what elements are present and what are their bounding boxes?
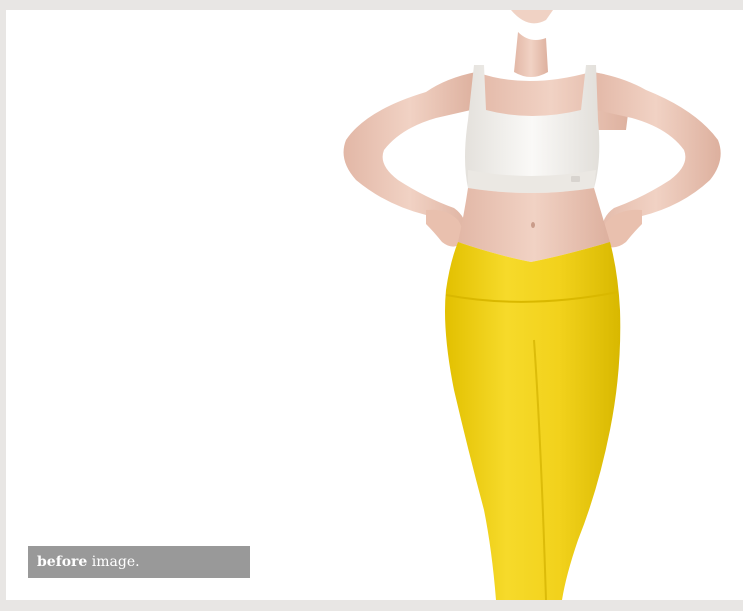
left-arm <box>343 72 476 247</box>
yellow-leggings <box>445 242 621 600</box>
label-tag <box>571 176 580 182</box>
neck <box>511 10 553 77</box>
right-arm <box>591 72 721 248</box>
caption-bold-text: before <box>37 554 88 570</box>
image-frame: before image. <box>6 10 743 600</box>
caption-rest-text: image. <box>87 554 140 570</box>
model-photo <box>343 10 721 600</box>
image-caption: before image. <box>28 546 250 578</box>
